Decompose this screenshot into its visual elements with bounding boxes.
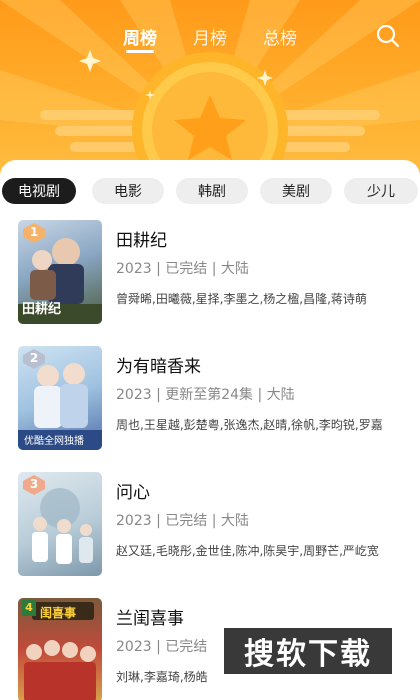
tab-monthly[interactable]: 月榜: [180, 24, 240, 49]
list-item[interactable]: 2 优酷全网独播 为有暗香来 2023 | 更新至第24集 | 大陆 周也,王星…: [0, 346, 420, 450]
watermark-overlay: 搜软下载: [224, 628, 392, 674]
tab-all-time-label: 总榜: [263, 29, 297, 49]
poster-image[interactable]: 1 田耕纪: [18, 220, 102, 324]
chip-label: 少儿: [367, 184, 395, 200]
search-button[interactable]: [374, 22, 402, 50]
show-cast: 曾舜晞,田曦薇,星择,李墨之,杨之楹,昌隆,蒋诗萌: [116, 292, 367, 306]
chip-movies[interactable]: 电影: [92, 178, 164, 204]
rank-number: 4: [22, 600, 36, 616]
poster-title-text: 闺喜事: [40, 606, 77, 620]
chip-tv-series[interactable]: 电视剧: [2, 178, 76, 204]
chip-label: 电视剧: [18, 184, 60, 200]
show-meta: 2023 | 已完结: [116, 639, 208, 655]
search-icon: [376, 24, 400, 48]
chip-us-drama[interactable]: 美剧: [260, 178, 332, 204]
show-cast: 赵又廷,毛晓彤,金世佳,陈冲,陈昊宇,周野芒,严屹宽: [116, 544, 379, 558]
show-title: 为有暗香来: [116, 357, 201, 377]
rank-number: 2: [29, 351, 39, 365]
show-meta: 2023 | 已完结 | 大陆: [116, 513, 249, 529]
poster-title-text: 田耕纪: [22, 302, 62, 317]
show-cast: 周也,王星越,彭楚粤,张逸杰,赵晴,徐帆,李昀锐,罗嘉: [116, 418, 383, 432]
chip-korean-drama[interactable]: 韩剧: [176, 178, 248, 204]
poster-title-text: 优酷全网独播: [24, 436, 84, 447]
category-chips: 电视剧 电影 韩剧 美剧 少儿: [0, 178, 420, 206]
chip-kids[interactable]: 少儿: [344, 178, 418, 204]
active-tab-indicator: [126, 50, 154, 53]
tab-monthly-label: 月榜: [193, 29, 227, 49]
rank-number: 1: [29, 225, 39, 239]
show-title: 问心: [116, 483, 150, 503]
tab-weekly-label: 周榜: [123, 29, 157, 49]
ranking-period-tabs: 周榜 月榜 总榜: [0, 24, 420, 54]
rank-badge: 1: [21, 222, 47, 244]
chip-label: 电影: [114, 184, 142, 200]
rank-number: 3: [29, 477, 39, 491]
tab-all-time[interactable]: 总榜: [250, 24, 310, 49]
poster-image[interactable]: 2 优酷全网独播: [18, 346, 102, 450]
chip-label: 美剧: [282, 184, 310, 200]
list-item[interactable]: 3 问心 2023 | 已完结 | 大陆 赵又廷,毛晓彤,金世佳,陈冲,陈昊宇,…: [0, 472, 420, 576]
rank-badge: 2: [21, 348, 47, 370]
chip-label: 韩剧: [198, 184, 226, 200]
poster-image[interactable]: 4 闺喜事: [18, 598, 102, 700]
poster-image[interactable]: 3: [18, 472, 102, 576]
show-meta: 2023 | 已完结 | 大陆: [116, 261, 249, 277]
show-meta: 2023 | 更新至第24集 | 大陆: [116, 387, 295, 403]
show-title: 田耕纪: [116, 231, 167, 251]
show-title: 兰闺喜事: [116, 609, 184, 629]
rank-badge: 3: [21, 474, 47, 496]
list-item[interactable]: 1 田耕纪 田耕纪 2023 | 已完结 | 大陆 曾舜晞,田曦薇,星择,李墨之…: [0, 220, 420, 324]
ranking-content: 电视剧 电影 韩剧 美剧 少儿 1 田耕纪 田耕纪 2023 | 已完结 | 大…: [0, 160, 420, 700]
tab-weekly[interactable]: 周榜: [110, 24, 170, 53]
